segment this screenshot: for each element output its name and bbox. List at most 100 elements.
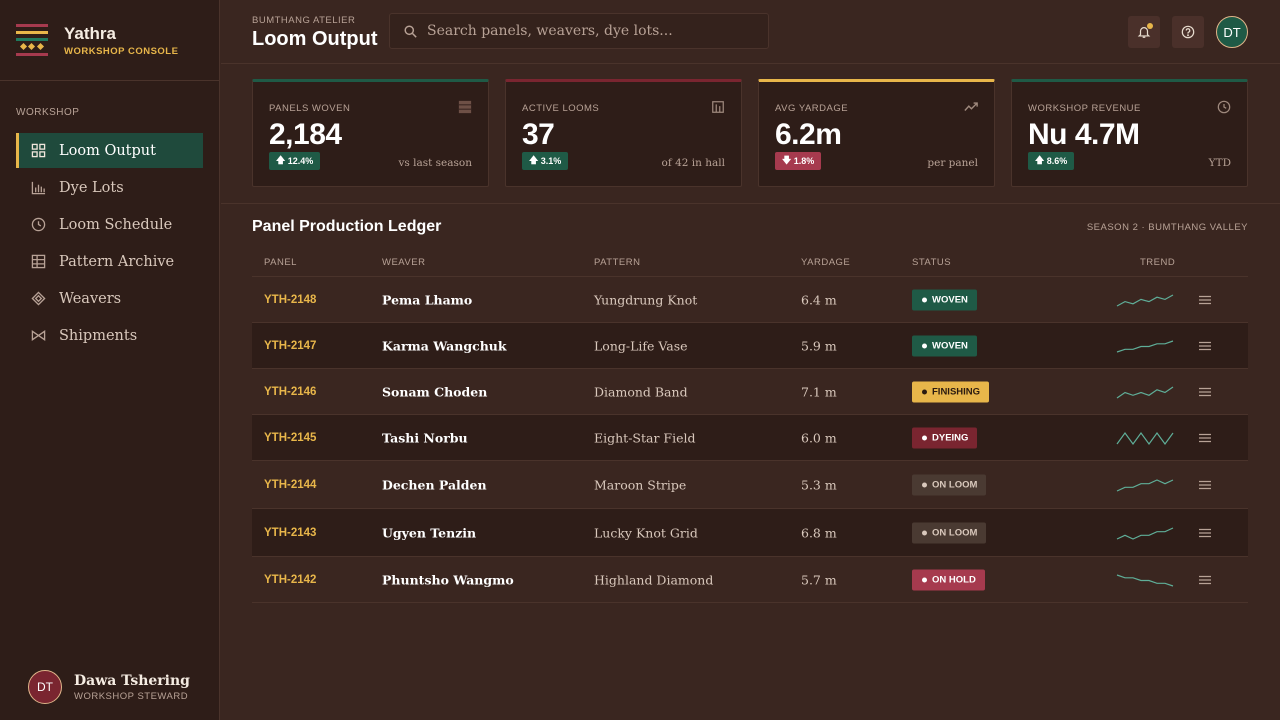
kpi-note: YTD (1208, 157, 1231, 169)
table-row[interactable]: YTH-2146 Sonam Choden Diamond Band 7.1 m FIN… (252, 369, 1248, 415)
user-name: Dawa Tshering (74, 672, 190, 689)
sidebar-item-pattern-archive[interactable]: Pattern Archive (16, 244, 203, 279)
yardage-value: 6.4 m (801, 292, 837, 307)
table-row[interactable]: YTH-2142 Phuntsho Wangmo Highland Diamond 5… (252, 557, 1248, 603)
pattern-name: Eight-Star Field (594, 430, 696, 445)
weaver-name: Tashi Norbu (382, 430, 468, 445)
bowtie-icon (31, 330, 46, 341)
row-menu-icon[interactable] (1198, 431, 1212, 445)
brand-subtitle: WORKSHOP CONSOLE (64, 45, 179, 57)
sparkline-line (1116, 339, 1174, 353)
table-row[interactable]: YTH-2147 Karma Wangchuk Long-Life Vase 5.9 … (252, 323, 1248, 369)
table-body: YTH-2148 Pema Lhamo Yungdrung Knot 6.4 m WOV… (252, 277, 1248, 603)
yardage-value: 6.0 m (801, 430, 837, 445)
kpi-value: 2,184 (269, 118, 342, 151)
column-header-panel[interactable]: PANEL (264, 257, 297, 268)
panel-id-link[interactable]: YTH-2142 (264, 574, 316, 586)
sidebar-item-label: Dye Lots (59, 179, 124, 196)
search-box[interactable] (389, 13, 769, 49)
row-menu-icon[interactable] (1198, 526, 1212, 540)
avatar[interactable]: DT (1216, 16, 1248, 48)
sidebar-nav: Loom Output Dye Lots Loom Schedule Patte… (16, 133, 203, 355)
kpi-value: 37 (522, 118, 555, 151)
sidebar-item-weavers[interactable]: Weavers (16, 281, 203, 316)
kpi-value: Nu 4.7M (1028, 118, 1140, 151)
pattern-name: Long-Life Vase (594, 338, 688, 353)
trend-sparkline (1116, 526, 1174, 540)
row-menu-icon[interactable] (1198, 573, 1212, 587)
kpi-label: ACTIVE LOOMS (522, 103, 600, 114)
page-title: Loom Output (252, 28, 378, 50)
column-header-status[interactable]: STATUS (912, 257, 951, 268)
panel-id-link[interactable]: YTH-2143 (264, 527, 316, 539)
weaver-name: Dechen Palden (382, 477, 487, 492)
kpi-card-workshop-revenue[interactable]: WORKSHOP REVENUE Nu 4.7M 🡅 8.6% YTD (1011, 79, 1248, 187)
sidebar-item-loom-output[interactable]: Loom Output (16, 133, 203, 168)
kpi-delta: 8.6% (1046, 156, 1068, 166)
sidebar-item-label: Loom Schedule (59, 216, 173, 233)
kpi-delta-badge: 🡅 3.1% (522, 152, 569, 170)
yardage-value: 6.8 m (801, 525, 837, 540)
status-badge: ON LOOM (912, 474, 987, 495)
column-header-trend[interactable]: TREND (1140, 257, 1175, 268)
column-header-pattern[interactable]: PATTERN (594, 257, 640, 268)
kpi-delta: 1.8% (793, 156, 815, 166)
sidebar-item-loom-schedule[interactable]: Loom Schedule (16, 207, 203, 242)
trend-sparkline (1116, 386, 1174, 398)
weaver-name: Pema Lhamo (382, 292, 473, 307)
avatar: DT (28, 670, 62, 704)
row-menu-icon[interactable] (1198, 339, 1212, 353)
panel-id-link[interactable]: YTH-2148 (264, 294, 316, 306)
diamond-icon (31, 291, 46, 306)
kpi-label: PANELS WOVEN (269, 103, 351, 114)
weaver-name: Ugyen Tenzin (382, 525, 477, 540)
table-row[interactable]: YTH-2144 Dechen Palden Maroon Stripe 5.3 m O… (252, 461, 1248, 509)
trend-sparkline (1116, 339, 1174, 353)
sidebar-item-label: Shipments (59, 327, 138, 344)
status-badge: ON LOOM (912, 522, 987, 543)
row-menu-icon[interactable] (1198, 293, 1212, 307)
search-input[interactable] (427, 23, 757, 39)
panel-id-link[interactable]: YTH-2147 (264, 340, 316, 352)
kpi-card-panels-woven[interactable]: PANELS WOVEN 2,184 🡅 12.4% vs last seaso… (252, 79, 489, 187)
sidebar-item-label: Pattern Archive (59, 253, 175, 270)
table-row[interactable]: YTH-2145 Tashi Norbu Eight-Star Field 6.0 m… (252, 415, 1248, 461)
sidebar-item-shipments[interactable]: Shipments (16, 318, 203, 353)
pattern-name: Highland Diamond (594, 572, 714, 587)
kpi-card-active-looms[interactable]: ACTIVE LOOMS 37 🡅 3.1% of 42 in hall (505, 79, 742, 187)
row-menu-icon[interactable] (1198, 478, 1212, 492)
kpi-value: 6.2m (775, 118, 842, 151)
sidebar-item-dye-lots[interactable]: Dye Lots (16, 170, 203, 205)
clock-icon (1217, 100, 1231, 114)
notification-dot (1147, 23, 1153, 29)
table-row[interactable]: YTH-2148 Pema Lhamo Yungdrung Knot 6.4 m WOV… (252, 277, 1248, 323)
nav-section-label: WORKSHOP (16, 107, 80, 118)
kpi-card-avg-yardage[interactable]: AVG YARDAGE 6.2m 🡇 1.8% per panel (758, 79, 995, 187)
sparkline-line (1116, 386, 1174, 398)
column-header-weaver[interactable]: WEAVER (382, 257, 425, 268)
panel-id-link[interactable]: YTH-2146 (264, 386, 316, 398)
trend-sparkline (1116, 573, 1174, 587)
help-button[interactable] (1172, 16, 1204, 48)
ledger-meta: SEASON 2 · BUMTHANG VALLEY (1086, 222, 1248, 233)
table-header: PANEL WEAVER PATTERN YARDAGE STATUS TREN… (252, 246, 1248, 277)
panel-id-link[interactable]: YTH-2144 (264, 479, 316, 491)
kpi-note: vs last season (398, 157, 472, 169)
brand[interactable]: Yathra WORKSHOP CONSOLE (0, 0, 219, 81)
ledger-table: PANEL WEAVER PATTERN YARDAGE STATUS TREN… (252, 246, 1248, 603)
sidebar-item-label: Weavers (59, 290, 122, 307)
panel-id-link[interactable]: YTH-2145 (264, 432, 316, 444)
breadcrumb[interactable]: BUMTHANG ATELIER (252, 15, 355, 26)
status-badge: DYEING (912, 427, 978, 448)
user-profile[interactable]: DT Dawa Tshering WORKSHOP STEWARD (28, 670, 190, 704)
yardage-value: 7.1 m (801, 384, 837, 399)
section-divider (221, 203, 1280, 204)
arrow-down-icon: 🡇 (782, 155, 794, 165)
sparkline-line (1116, 431, 1174, 445)
search-icon (404, 24, 417, 38)
column-header-yardage[interactable]: YARDAGE (801, 257, 850, 268)
table-row[interactable]: YTH-2143 Ugyen Tenzin Lucky Knot Grid 6.8 m… (252, 509, 1248, 557)
notifications-button[interactable] (1128, 16, 1160, 48)
weaver-name: Karma Wangchuk (382, 338, 507, 353)
row-menu-icon[interactable] (1198, 385, 1212, 399)
